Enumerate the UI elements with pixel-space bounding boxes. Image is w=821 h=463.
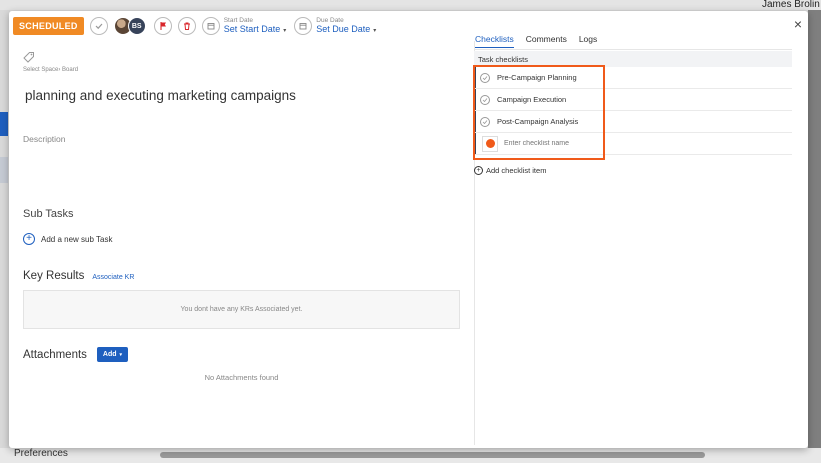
check-icon <box>95 23 103 30</box>
add-checklist-item-label: Add checklist item <box>486 166 547 175</box>
check-circle-icon[interactable] <box>480 94 490 105</box>
background-sidebar-active <box>0 112 8 136</box>
checklist-item-label: Campaign Execution <box>497 95 567 104</box>
background-right-strip <box>808 10 821 448</box>
flag-icon <box>160 22 166 30</box>
avatar-initials: BS <box>127 17 146 35</box>
complete-button[interactable] <box>89 17 108 35</box>
horizontal-scrollbar[interactable] <box>160 452 705 458</box>
plus-circle-icon: + <box>474 166 483 175</box>
new-checklist-row <box>474 133 792 155</box>
task-toolbar: SCHEDULED BS Start Date Set Start Date▾ <box>9 11 479 41</box>
check-circle-icon[interactable] <box>480 116 490 127</box>
add-subtask-label: Add a new sub Task <box>41 234 113 244</box>
start-date-value: Set Start Date <box>223 24 281 35</box>
background-topbar <box>0 0 821 10</box>
tab-checklists[interactable]: Checklists <box>475 34 514 48</box>
checklist-header: Task checklists <box>474 51 792 67</box>
attachments-header: Attachments Add ▾ <box>23 347 129 362</box>
add-subtask-button[interactable]: + Add a new sub Task <box>23 233 112 245</box>
tabs-divider <box>474 49 792 50</box>
space-board-selector[interactable]: Select Space› Board <box>23 67 78 73</box>
associate-kr-link[interactable]: Associate KR <box>92 274 134 281</box>
checklist-item[interactable]: Pre-Campaign Planning <box>474 67 792 89</box>
chevron-down-icon: ▾ <box>373 28 377 35</box>
key-results-empty-message: You dont have any KRs Associated yet. <box>180 306 303 313</box>
plus-circle-icon: + <box>23 233 35 245</box>
attachments-empty-message: No Attachments found <box>204 373 279 382</box>
add-attachment-label: Add <box>102 351 117 358</box>
delete-button[interactable] <box>177 17 196 35</box>
trash-icon <box>183 22 190 30</box>
description-field[interactable]: Description <box>23 134 66 144</box>
tab-logs[interactable]: Logs <box>579 34 597 48</box>
background-user-name: James Brolin <box>762 0 820 10</box>
check-circle-icon[interactable] <box>480 72 490 83</box>
color-picker[interactable] <box>482 135 498 152</box>
assignees[interactable]: BS <box>113 17 146 35</box>
status-button[interactable]: SCHEDULED <box>13 17 84 35</box>
background-sidebar-item <box>0 157 8 183</box>
checklist-list: Pre-Campaign Planning Campaign Execution… <box>474 67 792 155</box>
chevron-down-icon: ▾ <box>119 352 123 358</box>
tab-comments[interactable]: Comments <box>526 34 567 48</box>
add-attachment-button[interactable]: Add ▾ <box>96 347 129 362</box>
task-title[interactable]: planning and executing marketing campaig… <box>25 88 296 103</box>
key-results-heading: Key Results <box>23 270 85 282</box>
color-dot-icon <box>485 139 495 148</box>
checklist-item[interactable]: Post-Campaign Analysis <box>474 111 792 133</box>
right-pane-tabs: Checklists Comments Logs <box>475 34 609 48</box>
calendar-icon <box>201 17 220 35</box>
checklist-item[interactable]: Campaign Execution <box>474 89 792 111</box>
subtasks-heading: Sub Tasks <box>23 208 74 220</box>
checklist-item-label: Post-Campaign Analysis <box>497 117 579 126</box>
attachments-heading: Attachments <box>23 348 87 361</box>
chevron-down-icon: ▾ <box>283 28 287 35</box>
key-results-empty: You dont have any KRs Associated yet. <box>23 290 460 329</box>
background-preferences: Preferences <box>14 448 68 459</box>
tag-icon[interactable] <box>23 51 35 63</box>
close-icon[interactable]: × <box>794 17 802 31</box>
due-date-picker[interactable]: Due Date Set Due Date ▾ <box>294 17 376 35</box>
priority-button[interactable] <box>153 17 172 35</box>
add-checklist-item-button[interactable]: + Add checklist item <box>474 166 546 175</box>
key-results-header: Key Results Associate KR <box>23 270 134 282</box>
due-date-value: Set Due Date <box>316 24 371 35</box>
calendar-icon <box>294 17 313 35</box>
checklist-name-input[interactable] <box>504 140 614 147</box>
start-date-picker[interactable]: Start Date Set Start Date ▾ <box>201 17 287 35</box>
checklist-item-label: Pre-Campaign Planning <box>497 73 577 82</box>
